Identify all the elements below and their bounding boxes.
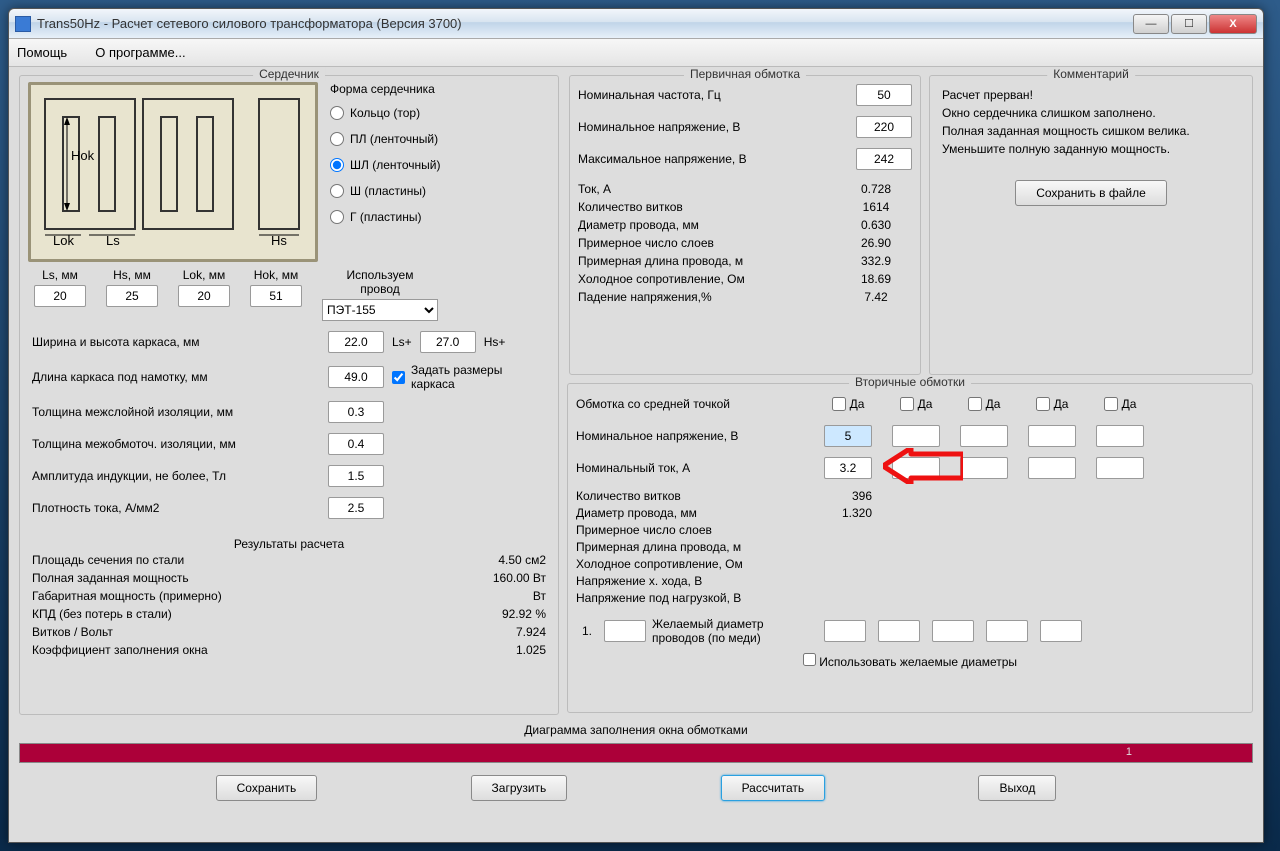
desired3-input[interactable] (878, 620, 920, 642)
frame-h-input[interactable] (420, 331, 476, 353)
titlebar[interactable]: Trans50Hz - Расчет сетевого силового тра… (9, 9, 1263, 39)
desired4-input[interactable] (932, 620, 974, 642)
svg-text:Hok: Hok (71, 148, 95, 163)
frame-w-input[interactable] (328, 331, 384, 353)
desired5-input[interactable] (986, 620, 1028, 642)
sec1-unom-input[interactable] (824, 425, 872, 447)
sec5-unom-input[interactable] (1096, 425, 1144, 447)
core-group: Сердечник Hok (19, 75, 559, 715)
sec2-inom-input[interactable] (892, 457, 940, 479)
use-desired-checkbox[interactable] (803, 653, 816, 666)
close-button[interactable]: X (1209, 14, 1257, 34)
load-button[interactable]: Загрузить (471, 775, 568, 801)
core-results-label: Результаты расчета (28, 537, 550, 551)
sec5-inom-input[interactable] (1096, 457, 1144, 479)
radio-pl[interactable] (330, 132, 344, 146)
diagram-label: Диаграмма заполнения окна обмотками (19, 723, 1253, 737)
radio-shl[interactable] (330, 158, 344, 172)
secondary-legend: Вторичные обмотки (849, 375, 971, 389)
sec2-unom-input[interactable] (892, 425, 940, 447)
lok-input[interactable] (178, 285, 230, 307)
ls-input[interactable] (34, 285, 86, 307)
sec4-mid-checkbox[interactable] (1036, 397, 1050, 411)
fill-diagram: 1 (19, 743, 1253, 763)
comment-legend: Комментарий (1047, 67, 1135, 81)
frame-len-input[interactable] (328, 366, 384, 388)
sec3-inom-input[interactable] (960, 457, 1008, 479)
unom-input[interactable] (856, 116, 912, 138)
comment-text: Расчет прерван! Окно сердечника слишком … (938, 82, 1244, 162)
sec3-unom-input[interactable] (960, 425, 1008, 447)
sec5-mid-checkbox[interactable] (1104, 397, 1118, 411)
sec4-inom-input[interactable] (1028, 457, 1076, 479)
freq-input[interactable] (856, 84, 912, 106)
sec2-mid-checkbox[interactable] (900, 397, 914, 411)
desired6-input[interactable] (1040, 620, 1082, 642)
content-area: Сердечник Hok (9, 67, 1263, 842)
core-legend: Сердечник (253, 67, 325, 81)
window-title: Trans50Hz - Расчет сетевого силового тра… (37, 16, 462, 31)
maximize-button[interactable]: ☐ (1171, 14, 1207, 34)
exit-button[interactable]: Выход (978, 775, 1056, 801)
menu-help[interactable]: Помощь (17, 45, 67, 60)
induction-input[interactable] (328, 465, 384, 487)
interlayer-input[interactable] (328, 401, 384, 423)
sec1-inom-input[interactable] (824, 457, 872, 479)
wire-select[interactable]: ПЭТ-155 (322, 299, 438, 321)
primary-legend: Первичная обмотка (684, 67, 806, 81)
desired2-input[interactable] (824, 620, 866, 642)
menubar: Помощь О программе... (9, 39, 1263, 67)
interwind-input[interactable] (328, 433, 384, 455)
desired1-input[interactable] (604, 620, 646, 642)
core-diagram: Hok Lok Ls Hs (28, 82, 318, 262)
radio-g[interactable] (330, 210, 344, 224)
primary-group: Первичная обмотка Номинальная частота, Г… (569, 75, 921, 375)
save-file-button[interactable]: Сохранить в файле (1015, 180, 1167, 206)
menu-about[interactable]: О программе... (95, 45, 185, 60)
save-button[interactable]: Сохранить (216, 775, 318, 801)
sec3-mid-checkbox[interactable] (968, 397, 982, 411)
core-shape-label: Форма сердечника (330, 82, 550, 96)
secondary-group: Вторичные обмотки Обмотка со средней точ… (567, 383, 1253, 713)
calculate-button[interactable]: Рассчитать (721, 775, 826, 801)
umax-input[interactable] (856, 148, 912, 170)
app-icon (15, 16, 31, 32)
comment-group: Комментарий Расчет прерван! Окно сердечн… (929, 75, 1253, 375)
sec4-unom-input[interactable] (1028, 425, 1076, 447)
jdensity-input[interactable] (328, 497, 384, 519)
hs-input[interactable] (106, 285, 158, 307)
minimize-button[interactable]: — (1133, 14, 1169, 34)
app-window: Trans50Hz - Расчет сетевого силового тра… (8, 8, 1264, 843)
sec1-mid-checkbox[interactable] (832, 397, 846, 411)
hok-input[interactable] (250, 285, 302, 307)
set-frame-checkbox[interactable] (392, 371, 405, 384)
radio-ring[interactable] (330, 106, 344, 120)
radio-sh[interactable] (330, 184, 344, 198)
